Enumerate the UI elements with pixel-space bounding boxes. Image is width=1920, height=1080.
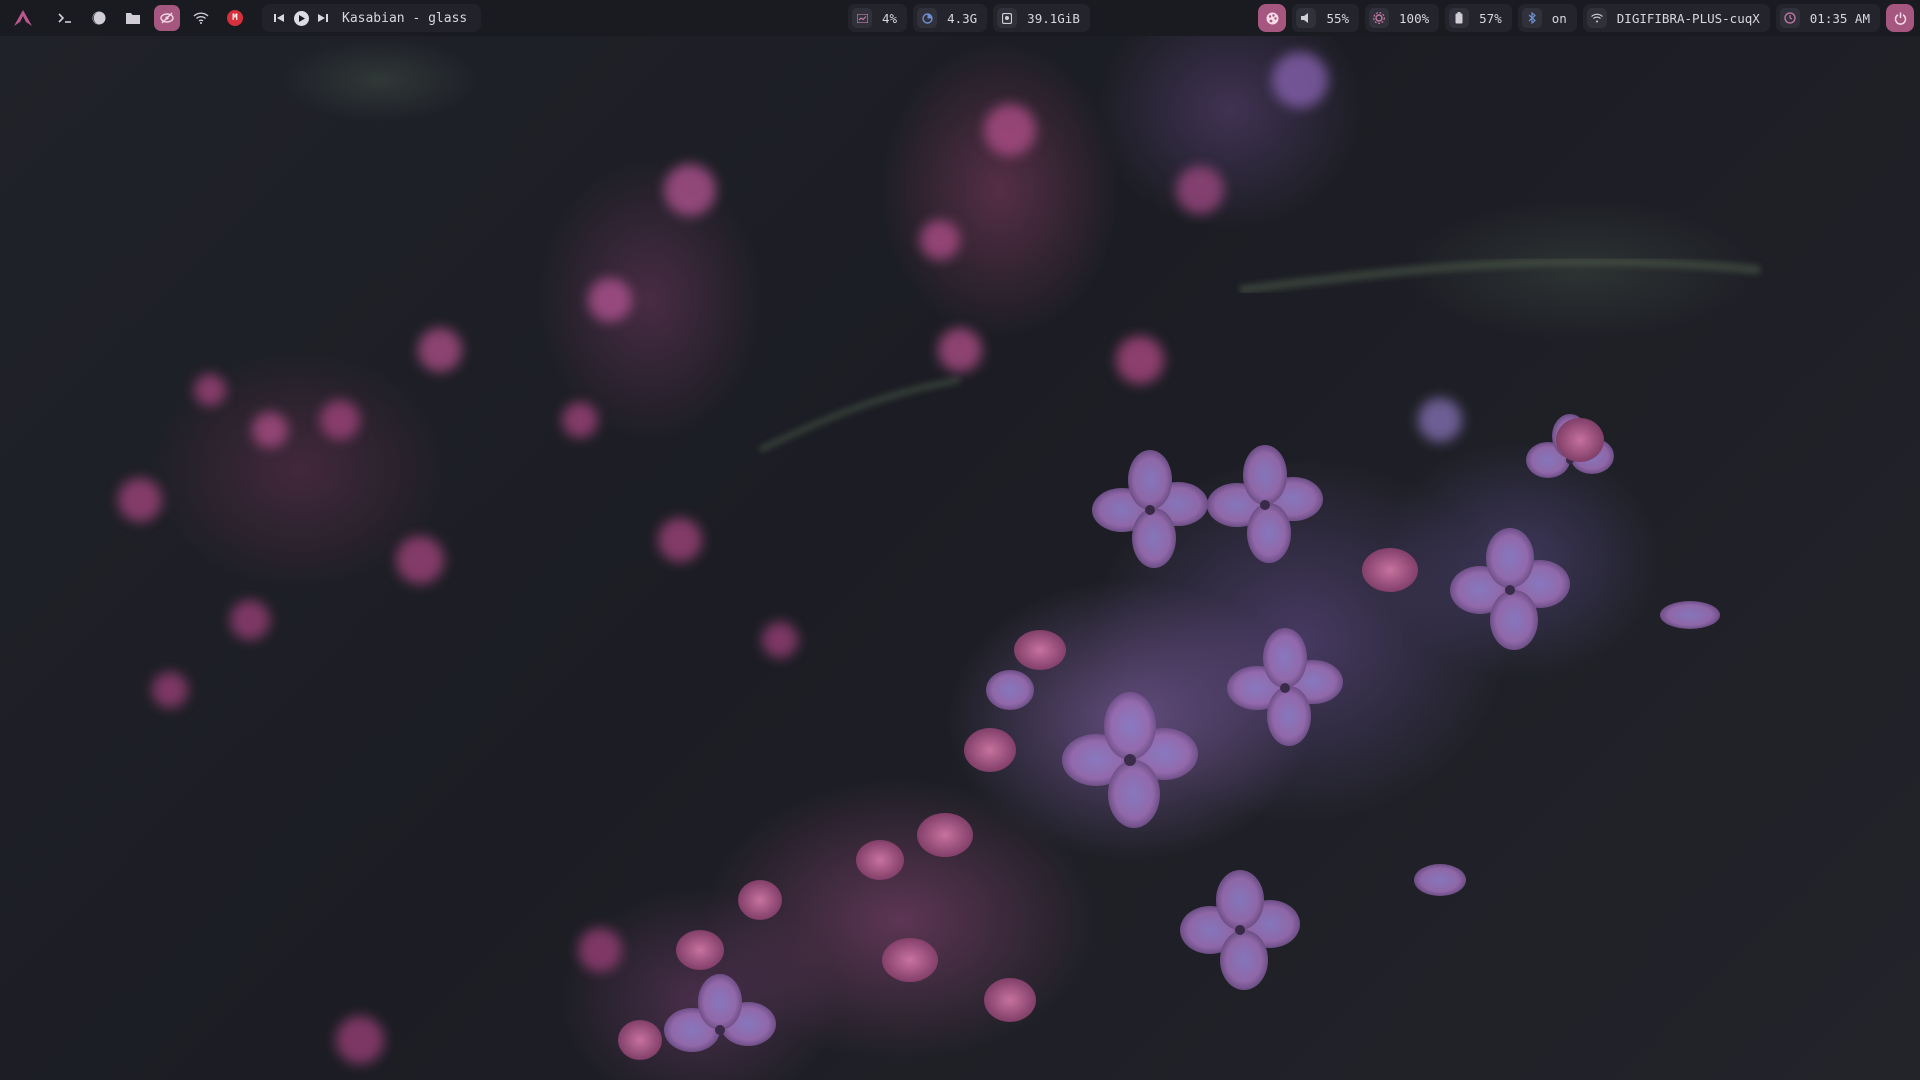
clock-value: 01:35 AM	[1809, 10, 1870, 26]
system-stats: 4% 4.3G 39.1GiB	[848, 4, 1090, 32]
wifi-signal-icon	[1586, 8, 1607, 28]
disk-value: 39.1GiB	[1027, 10, 1080, 26]
now-playing-title[interactable]: Kasabian - glass	[342, 11, 467, 26]
palette-icon[interactable]	[1258, 4, 1287, 32]
left-modules: M	[6, 3, 252, 33]
memory-module[interactable]: 4.3G	[913, 4, 988, 32]
battery-value: 57%	[1479, 10, 1502, 26]
network-module[interactable]: DIGIFIBRA-PLUS-cuqX	[1582, 4, 1770, 32]
volume-icon	[1296, 8, 1317, 28]
battery-icon	[1449, 8, 1470, 28]
firefox-icon[interactable]	[86, 5, 112, 31]
battery-module[interactable]: 57%	[1445, 4, 1512, 32]
lilac-flowers-image	[118, 52, 1761, 1064]
cpu-module[interactable]: 4%	[848, 4, 908, 32]
bluetooth-value: on	[1551, 10, 1567, 26]
brightness-value: 100%	[1399, 10, 1430, 26]
bluetooth-icon	[1521, 8, 1542, 28]
bluetooth-module[interactable]: on	[1517, 4, 1577, 32]
desktop-wallpaper	[0, 0, 1920, 1080]
power-button[interactable]	[1886, 4, 1914, 32]
wifi-icon[interactable]	[188, 5, 214, 31]
play-icon	[293, 10, 309, 26]
clock-icon	[1779, 8, 1800, 28]
folder-icon[interactable]	[120, 5, 146, 31]
status-modules: 55% 100% 57% on DIGIFIBRA-PLUS-cuqX 01:3…	[1258, 4, 1914, 32]
network-ssid: DIGIFIBRA-PLUS-cuqX	[1616, 10, 1760, 26]
top-bar: M Kasabian - glass 4% 4.3G 39.1GiB 55% 1…	[0, 0, 1920, 36]
power-icon	[1894, 12, 1906, 25]
media-player: Kasabian - glass	[262, 4, 482, 32]
memory-value: 4.3G	[947, 10, 978, 26]
brightness-icon	[1369, 8, 1390, 28]
cpu-value: 4%	[882, 10, 898, 26]
volume-module[interactable]: 55%	[1292, 4, 1360, 32]
clock-module[interactable]: 01:35 AM	[1775, 4, 1880, 32]
volume-value: 55%	[1326, 10, 1350, 26]
cpu-icon	[852, 8, 872, 28]
disk-icon	[997, 8, 1018, 28]
next-track-button[interactable]	[312, 7, 334, 29]
arch-linux-logo-icon[interactable]	[10, 5, 36, 31]
disk-module[interactable]: 39.1GiB	[993, 4, 1090, 32]
eye-slash-icon[interactable]	[154, 5, 180, 31]
brightness-module[interactable]: 100%	[1365, 4, 1440, 32]
gmail-icon[interactable]: M	[227, 10, 243, 26]
play-button[interactable]	[290, 7, 312, 29]
previous-track-button[interactable]	[268, 7, 290, 29]
memory-icon	[917, 8, 938, 28]
terminal-icon[interactable]	[52, 5, 78, 31]
